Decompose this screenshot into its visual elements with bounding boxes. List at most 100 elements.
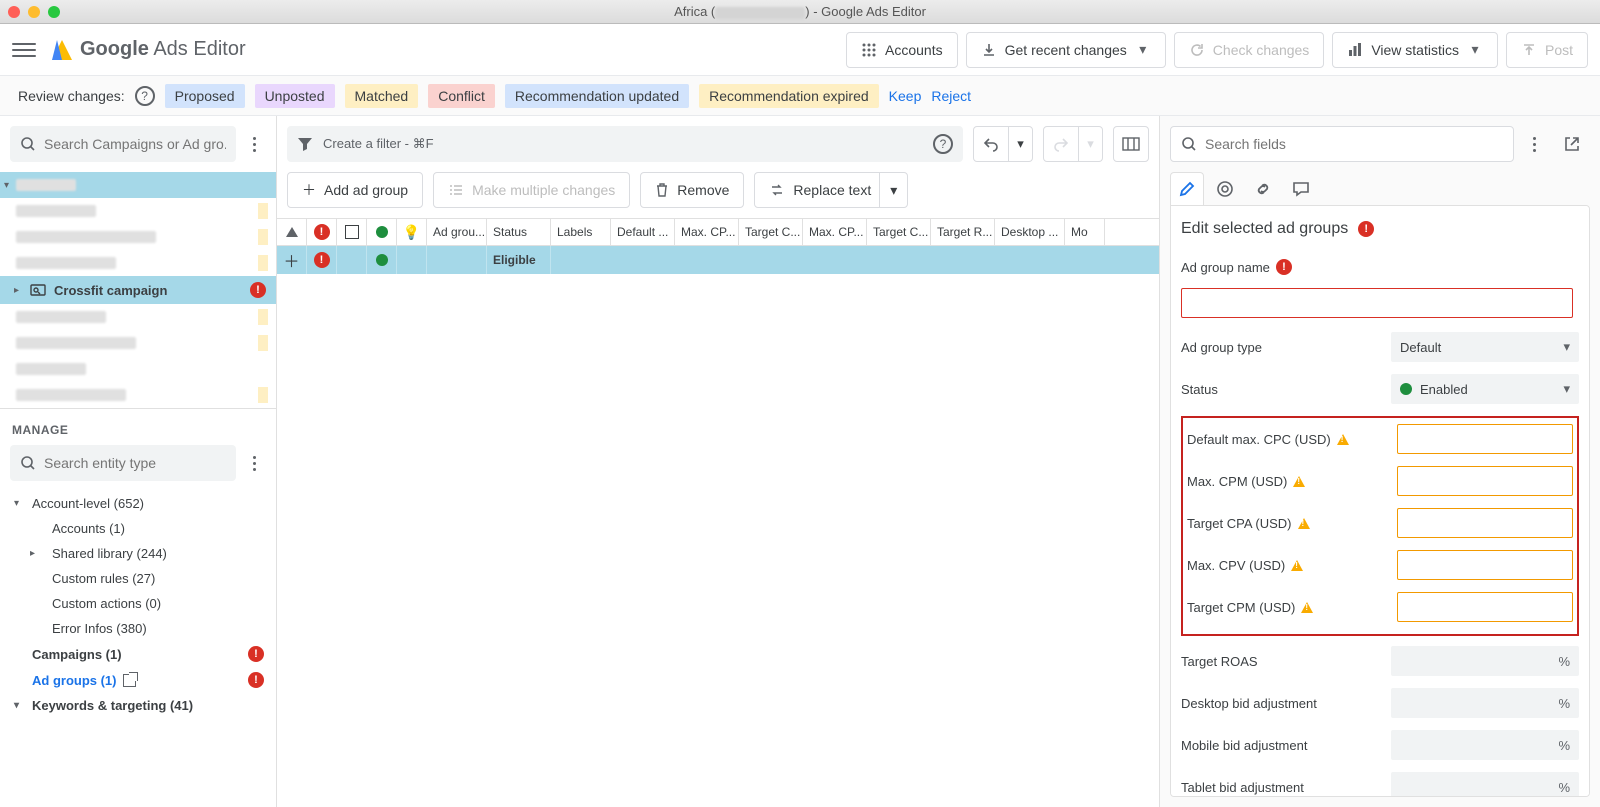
help-icon[interactable]: ? — [135, 86, 155, 106]
filter-placeholder: Create a filter - ⌘F — [323, 136, 434, 152]
col-desktop[interactable]: Desktop ... — [995, 219, 1065, 245]
tree-row[interactable] — [0, 304, 276, 330]
redo-button[interactable] — [1043, 126, 1079, 162]
fields-search[interactable] — [1170, 126, 1514, 162]
post-button[interactable]: Post — [1506, 32, 1588, 68]
cpm-input[interactable] — [1397, 466, 1573, 496]
remove-button[interactable]: Remove — [640, 172, 744, 208]
campaign-selected[interactable]: Crossfit campaign ! — [0, 276, 276, 304]
tree-row[interactable] — [0, 382, 276, 408]
more-icon[interactable] — [242, 456, 266, 471]
add-adgroup-button[interactable]: ＋Add ad group — [287, 172, 423, 208]
mobile-input[interactable]: % — [1391, 730, 1579, 760]
make-multiple-button[interactable]: Make multiple changes — [433, 172, 630, 208]
reject-link[interactable]: Reject — [931, 88, 971, 104]
col-adgroup[interactable]: Ad grou... — [427, 219, 487, 245]
pill-unposted[interactable]: Unposted — [255, 84, 335, 108]
col-labels[interactable]: Labels — [551, 219, 611, 245]
open-external-icon[interactable] — [123, 674, 136, 687]
more-icon[interactable] — [1522, 137, 1546, 152]
open-external-icon[interactable] — [1554, 126, 1590, 162]
cpa-label: Target CPA (USD) — [1187, 516, 1292, 531]
chevron-down-icon[interactable]: ▾ — [1467, 41, 1483, 58]
help-icon[interactable]: ? — [933, 134, 953, 154]
tree-row[interactable] — [0, 250, 276, 276]
app-logo: Google Ads Editor — [52, 38, 246, 61]
tab-comments[interactable] — [1284, 172, 1318, 206]
get-changes-button[interactable]: Get recent changes ▾ — [966, 32, 1166, 68]
undo-button[interactable] — [973, 126, 1009, 162]
tree-custom-actions[interactable]: Custom actions (0) — [0, 591, 276, 616]
desktop-input[interactable]: % — [1391, 688, 1579, 718]
tree-row[interactable] — [0, 172, 276, 198]
cell-status: Eligible — [487, 246, 551, 274]
col-targetcpa[interactable]: Target C... — [739, 219, 803, 245]
search-icon — [1181, 136, 1197, 152]
review-bar: Review changes: ? Proposed Unposted Matc… — [0, 76, 1600, 116]
pill-matched[interactable]: Matched — [345, 84, 419, 108]
window-close-icon[interactable] — [8, 6, 20, 18]
window-zoom-icon[interactable] — [48, 6, 60, 18]
tree-keywords[interactable]: Keywords & targeting (41) — [0, 693, 276, 718]
tree-adgroups[interactable]: Ad groups (1)! — [0, 667, 276, 693]
redo-dropdown[interactable]: ▾ — [1079, 126, 1103, 162]
col-targetroas[interactable]: Target R... — [931, 219, 995, 245]
error-icon: ! — [248, 672, 264, 688]
replace-text-button[interactable]: Replace text ▾ — [754, 172, 908, 208]
col-default[interactable]: Default ... — [611, 219, 675, 245]
pill-proposed[interactable]: Proposed — [165, 84, 245, 108]
sort-icon[interactable] — [286, 227, 298, 237]
entity-search-input[interactable] — [44, 455, 226, 471]
campaign-search[interactable] — [10, 126, 236, 162]
view-stats-button[interactable]: View statistics ▾ — [1332, 32, 1498, 68]
menu-icon[interactable] — [12, 38, 36, 62]
col-mobile[interactable]: Mo — [1065, 219, 1105, 245]
tree-row[interactable] — [0, 224, 276, 250]
cpc-input[interactable] — [1397, 424, 1573, 454]
tree-shared-library[interactable]: Shared library (244) — [0, 541, 276, 566]
accounts-button[interactable]: Accounts — [846, 32, 958, 68]
pill-rec-updated[interactable]: Recommendation updated — [505, 84, 689, 108]
filter-box[interactable]: Create a filter - ⌘F ? — [287, 126, 963, 162]
tree-row[interactable] — [0, 198, 276, 224]
col-targetcpm[interactable]: Target C... — [867, 219, 931, 245]
table-row[interactable]: ＋ ! Eligible — [277, 246, 1159, 274]
tab-targeting[interactable] — [1208, 172, 1242, 206]
review-label: Review changes: — [18, 88, 125, 104]
col-maxcpv[interactable]: Max. CP... — [803, 219, 867, 245]
check-changes-button[interactable]: Check changes — [1174, 32, 1325, 68]
tab-urls[interactable] — [1246, 172, 1280, 206]
tree-accounts[interactable]: Accounts (1) — [0, 516, 276, 541]
col-status[interactable]: Status — [487, 219, 551, 245]
cpv-input[interactable] — [1397, 550, 1573, 580]
cpa-input[interactable] — [1397, 508, 1573, 538]
columns-button[interactable] — [1113, 126, 1149, 162]
window-minimize-icon[interactable] — [28, 6, 40, 18]
tree-error-infos[interactable]: Error Infos (380) — [0, 616, 276, 641]
tree-row[interactable] — [0, 356, 276, 382]
pill-conflict[interactable]: Conflict — [428, 84, 495, 108]
roas-input[interactable]: % — [1391, 646, 1579, 676]
tab-edit[interactable] — [1170, 172, 1204, 206]
col-maxcpm[interactable]: Max. CP... — [675, 219, 739, 245]
entity-search[interactable] — [10, 445, 236, 481]
more-icon[interactable] — [242, 137, 266, 152]
tree-account-level[interactable]: Account-level (652) — [0, 491, 276, 516]
campaign-search-input[interactable] — [44, 136, 226, 152]
tree-row[interactable] — [0, 330, 276, 356]
tablet-input[interactable]: % — [1391, 772, 1579, 797]
chevron-down-icon[interactable]: ▾ — [1135, 41, 1151, 58]
fields-search-input[interactable] — [1205, 136, 1503, 152]
search-icon — [20, 455, 36, 471]
name-input[interactable] — [1181, 288, 1573, 318]
checkbox-icon[interactable] — [345, 225, 359, 239]
chevron-down-icon[interactable]: ▾ — [879, 173, 907, 207]
tree-campaigns[interactable]: Campaigns (1)! — [0, 641, 276, 667]
tree-custom-rules[interactable]: Custom rules (27) — [0, 566, 276, 591]
undo-dropdown[interactable]: ▾ — [1009, 126, 1033, 162]
keep-link[interactable]: Keep — [889, 88, 922, 104]
type-select[interactable]: Default▾ — [1391, 332, 1579, 362]
status-select[interactable]: Enabled▾ — [1391, 374, 1579, 404]
tcpm-input[interactable] — [1397, 592, 1573, 622]
pill-rec-expired[interactable]: Recommendation expired — [699, 84, 879, 108]
